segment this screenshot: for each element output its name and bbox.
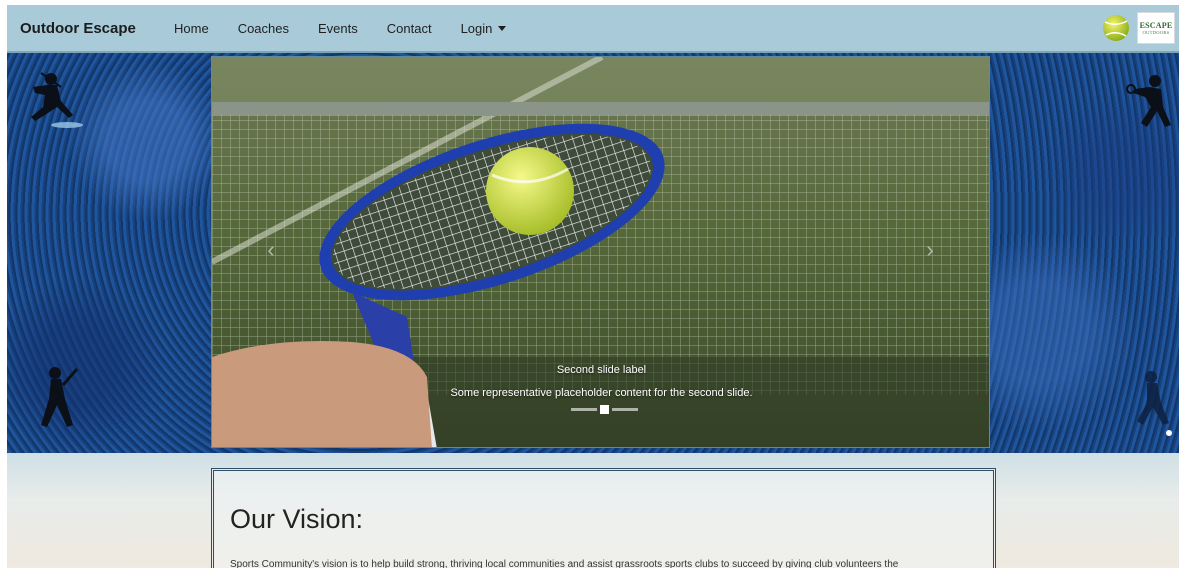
vision-section: Our Vision: Sports Community's vision is… — [7, 453, 1179, 568]
slide-caption-text: Some representative placeholder content … — [450, 387, 753, 399]
tennis-player-silhouette-icon — [41, 367, 79, 427]
tennis-player-silhouette-icon — [1126, 75, 1171, 127]
carousel-indicators — [571, 405, 638, 414]
nav-right-logos: ESCAPE OUTDOORS — [1101, 12, 1175, 44]
carousel-indicator-2[interactable] — [600, 405, 609, 414]
carousel-next-button[interactable]: › — [919, 235, 941, 265]
vision-box: Our Vision: Sports Community's vision is… — [211, 468, 996, 568]
vision-title: Our Vision: — [230, 504, 364, 534]
nav-login-dropdown[interactable]: Login — [461, 21, 507, 36]
logo-sub-text: OUTDOORS — [1142, 30, 1170, 35]
nav-events[interactable]: Events — [318, 21, 358, 36]
hero-carousel[interactable]: ‹ › Second slide label Some representati… — [211, 56, 990, 448]
top-navbar: Outdoor Escape Home Coaches Events Conta… — [7, 5, 1179, 53]
carousel-indicator-3[interactable] — [612, 408, 638, 411]
tennis-player-silhouette-icon — [31, 72, 83, 128]
nav-login-label: Login — [460, 20, 493, 36]
player-silhouette-icon — [1137, 371, 1172, 436]
vision-text: Sports Community's vision is to help bui… — [230, 559, 899, 568]
caret-down-icon — [498, 25, 507, 31]
tennis-ball-icon — [1103, 15, 1129, 41]
slide-caption-title: Second slide label — [556, 364, 647, 376]
hero-section: ‹ › Second slide label Some representati… — [7, 53, 1179, 453]
nav-home[interactable]: Home — [174, 21, 209, 36]
nav-contact[interactable]: Contact — [387, 21, 432, 36]
escape-outdoors-logo[interactable]: ESCAPE OUTDOORS — [1137, 12, 1175, 44]
page: Outdoor Escape Home Coaches Events Conta… — [7, 5, 1179, 568]
carousel-indicator-1[interactable] — [571, 408, 597, 411]
carousel-prev-button[interactable]: ‹ — [260, 235, 282, 265]
logo-main-text: ESCAPE — [1139, 21, 1173, 30]
brand-link[interactable]: Outdoor Escape — [20, 20, 174, 37]
nav-coaches[interactable]: Coaches — [238, 21, 289, 36]
